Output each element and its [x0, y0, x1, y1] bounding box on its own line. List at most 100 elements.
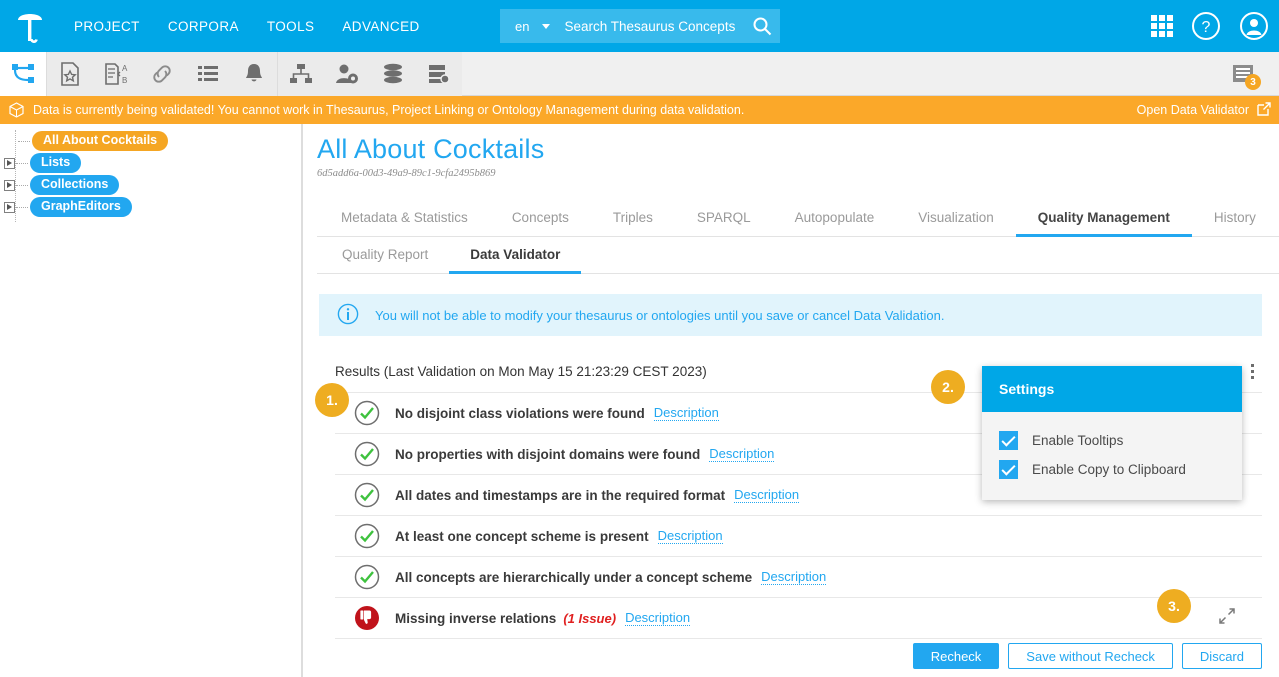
svg-text:B: B	[122, 76, 127, 85]
bell-icon[interactable]	[231, 52, 277, 96]
tree-expander-lists[interactable]	[4, 157, 15, 169]
tab-metadata-statistics[interactable]: Metadata & Statistics	[319, 210, 490, 236]
search-language-selector[interactable]: en	[500, 19, 529, 34]
info-banner-text: You will not be able to modify your thes…	[375, 307, 945, 323]
header-actions: ?	[1151, 0, 1269, 52]
tree-item-lists[interactable]: Lists	[30, 153, 82, 173]
annotation-badge-3: 3.	[1157, 589, 1191, 623]
subtab-quality-report[interactable]: Quality Report	[321, 247, 449, 273]
table-row[interactable]: At least one concept scheme is present D…	[335, 516, 1262, 557]
external-link-icon	[1257, 101, 1271, 119]
check-circle-icon	[354, 441, 380, 467]
info-circle-icon	[337, 303, 359, 328]
apps-grid-icon[interactable]	[1151, 15, 1173, 37]
notification-count-badge: 3	[1245, 74, 1261, 90]
search-bar: en	[500, 9, 780, 43]
page-uuid: 6d5add6a-00d3-49a9-89c1-9cfa2495b869	[317, 168, 496, 179]
setting-enable-tooltips[interactable]: Enable Tooltips	[982, 426, 1242, 455]
toolbar-right-actions: 3	[1221, 52, 1267, 96]
document-translate-icon[interactable]: A B	[93, 52, 139, 96]
setting-label: Enable Tooltips	[1032, 433, 1124, 448]
nav-item-tools[interactable]: TOOLS	[267, 19, 315, 34]
tree-expander-grapheditors[interactable]	[4, 201, 15, 213]
save-without-recheck-button[interactable]: Save without Recheck	[1008, 643, 1173, 669]
database-icon[interactable]	[370, 52, 416, 96]
results-heading: Results (Last Validation on Mon May 15 2…	[335, 363, 707, 379]
tree-row-collections[interactable]: Collections	[0, 174, 301, 196]
table-row[interactable]: All concepts are hierarchically under a …	[335, 557, 1262, 598]
tree-dot-connector-lists	[16, 162, 28, 164]
nav-item-project[interactable]: PROJECT	[74, 19, 140, 34]
page-title: All About Cocktails	[317, 134, 545, 164]
svg-text:?: ?	[1202, 19, 1211, 36]
tree-sidebar: All About Cocktails Lists Collections Gr…	[0, 124, 303, 677]
description-link[interactable]: Description	[625, 610, 691, 626]
check-circle-icon	[354, 523, 380, 549]
expand-arrows-icon[interactable]	[1218, 607, 1236, 630]
svg-text:A: A	[122, 64, 128, 73]
description-link[interactable]: Description	[709, 446, 775, 462]
tab-quality-management[interactable]: Quality Management	[1015, 210, 1192, 237]
tree-item-collections[interactable]: Collections	[30, 175, 120, 195]
document-star-icon[interactable]	[47, 52, 93, 96]
settings-popup: Settings Enable Tooltips Enable Copy to …	[982, 366, 1242, 500]
validation-info-banner: You will not be able to modify your thes…	[319, 294, 1262, 336]
tree-row-grapheditors[interactable]: GraphEditors	[0, 196, 301, 218]
checkbox-enable-tooltips[interactable]	[999, 431, 1018, 450]
tree-item-grapheditors[interactable]: GraphEditors	[30, 197, 132, 217]
tab-visualization[interactable]: Visualization	[896, 210, 1016, 236]
nav-item-advanced[interactable]: ADVANCED	[342, 19, 419, 34]
open-data-validator-link[interactable]: Open Data Validator	[1137, 96, 1271, 124]
main-nav: PROJECT CORPORA TOOLS ADVANCED	[74, 19, 420, 34]
thesaurus-graph-icon[interactable]	[0, 51, 46, 96]
tree-row-all-about-cocktails[interactable]: All About Cocktails	[0, 130, 301, 152]
link-icon[interactable]	[139, 52, 185, 96]
hierarchy-icon[interactable]	[278, 52, 324, 96]
kebab-menu-icon[interactable]	[1242, 358, 1262, 384]
annotation-badge-2: 2.	[931, 370, 965, 404]
discard-button[interactable]: Discard	[1181, 643, 1262, 669]
box-warning-icon	[9, 102, 24, 118]
mushroom-logo-icon	[18, 14, 42, 43]
tab-concepts[interactable]: Concepts	[490, 210, 591, 236]
tab-sparql[interactable]: SPARQL	[675, 210, 773, 236]
tree-row-lists[interactable]: Lists	[0, 152, 301, 174]
toolbar-group-admin	[278, 51, 462, 96]
checkbox-enable-copy-to-clipboard[interactable]	[999, 460, 1018, 479]
result-text: At least one concept scheme is present	[395, 528, 649, 544]
messages-icon[interactable]: 3	[1221, 52, 1267, 96]
annotation-badge-1: 1.	[315, 383, 349, 417]
tree-dot-connector-grapheditors	[16, 206, 28, 208]
description-link[interactable]: Description	[653, 405, 719, 421]
table-row[interactable]: Missing inverse relations (1 Issue) Desc…	[335, 598, 1262, 639]
help-question-icon[interactable]: ?	[1191, 11, 1221, 41]
tree-item-all-about-cocktails[interactable]: All About Cocktails	[32, 131, 169, 151]
open-data-validator-label: Open Data Validator	[1136, 103, 1249, 117]
tab-triples[interactable]: Triples	[591, 210, 675, 236]
check-circle-icon	[354, 482, 380, 508]
search-input[interactable]	[550, 17, 744, 35]
user-settings-icon[interactable]	[324, 52, 370, 96]
tab-autopopulate[interactable]: Autopopulate	[773, 210, 897, 236]
check-circle-icon	[354, 400, 380, 426]
description-link[interactable]: Description	[761, 569, 827, 585]
recheck-button[interactable]: Recheck	[912, 643, 1000, 669]
subtab-data-validator[interactable]: Data Validator	[449, 247, 582, 274]
tab-history[interactable]: History	[1192, 210, 1278, 236]
result-text: Missing inverse relations	[395, 610, 557, 626]
description-link[interactable]: Description	[734, 487, 800, 503]
description-link[interactable]: Description	[657, 528, 723, 544]
tree-expander-collections[interactable]	[4, 179, 15, 191]
user-avatar-icon[interactable]	[1239, 11, 1269, 41]
search-icon[interactable]	[743, 16, 780, 36]
nav-item-corpora[interactable]: CORPORA	[168, 19, 239, 34]
module-toolbar: A B 3	[0, 51, 1279, 96]
app-logo[interactable]	[0, 9, 60, 43]
list-icon[interactable]	[185, 52, 231, 96]
server-search-icon[interactable]	[416, 52, 462, 96]
setting-enable-copy-to-clipboard[interactable]: Enable Copy to Clipboard	[982, 455, 1242, 484]
action-buttons: Recheck Save without Recheck Discard	[912, 643, 1262, 669]
result-text: No properties with disjoint domains were…	[395, 446, 701, 462]
chevron-down-icon[interactable]	[542, 23, 551, 29]
thumbs-down-circle-icon	[354, 605, 380, 631]
